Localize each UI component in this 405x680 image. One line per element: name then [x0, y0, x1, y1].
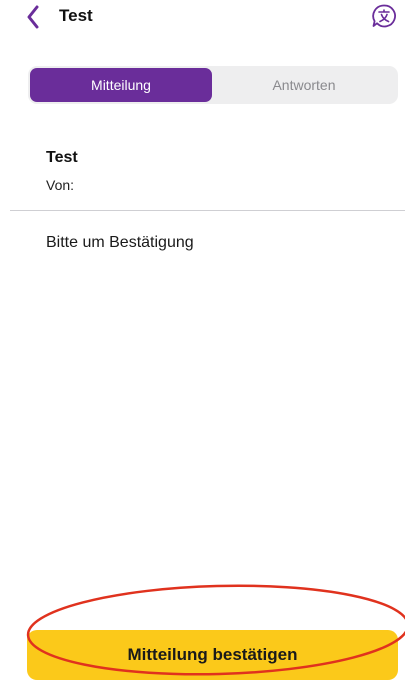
message-title: Test	[46, 149, 78, 166]
sender-label: Von:	[46, 177, 75, 193]
tab-antworten[interactable]: Antworten	[212, 68, 396, 102]
translate-bubble-icon	[372, 4, 396, 28]
divider	[10, 210, 405, 211]
back-button[interactable]	[22, 4, 44, 30]
page-title: Test	[59, 6, 93, 25]
tab-mitteilung[interactable]: Mitteilung	[30, 68, 212, 102]
message-body: Bitte um Bestätigung	[46, 234, 194, 251]
confirm-message-button[interactable]: Mitteilung bestätigen	[27, 630, 398, 680]
chevron-left-icon	[27, 5, 39, 29]
message-sender: Von:	[46, 176, 78, 194]
nav-bar: Test	[0, 0, 405, 36]
segmented-control: Mitteilung Antworten	[28, 66, 398, 104]
translate-button[interactable]	[370, 2, 398, 30]
screen: Test Mitteilung Antworten Test Von: Bitt…	[0, 0, 405, 680]
